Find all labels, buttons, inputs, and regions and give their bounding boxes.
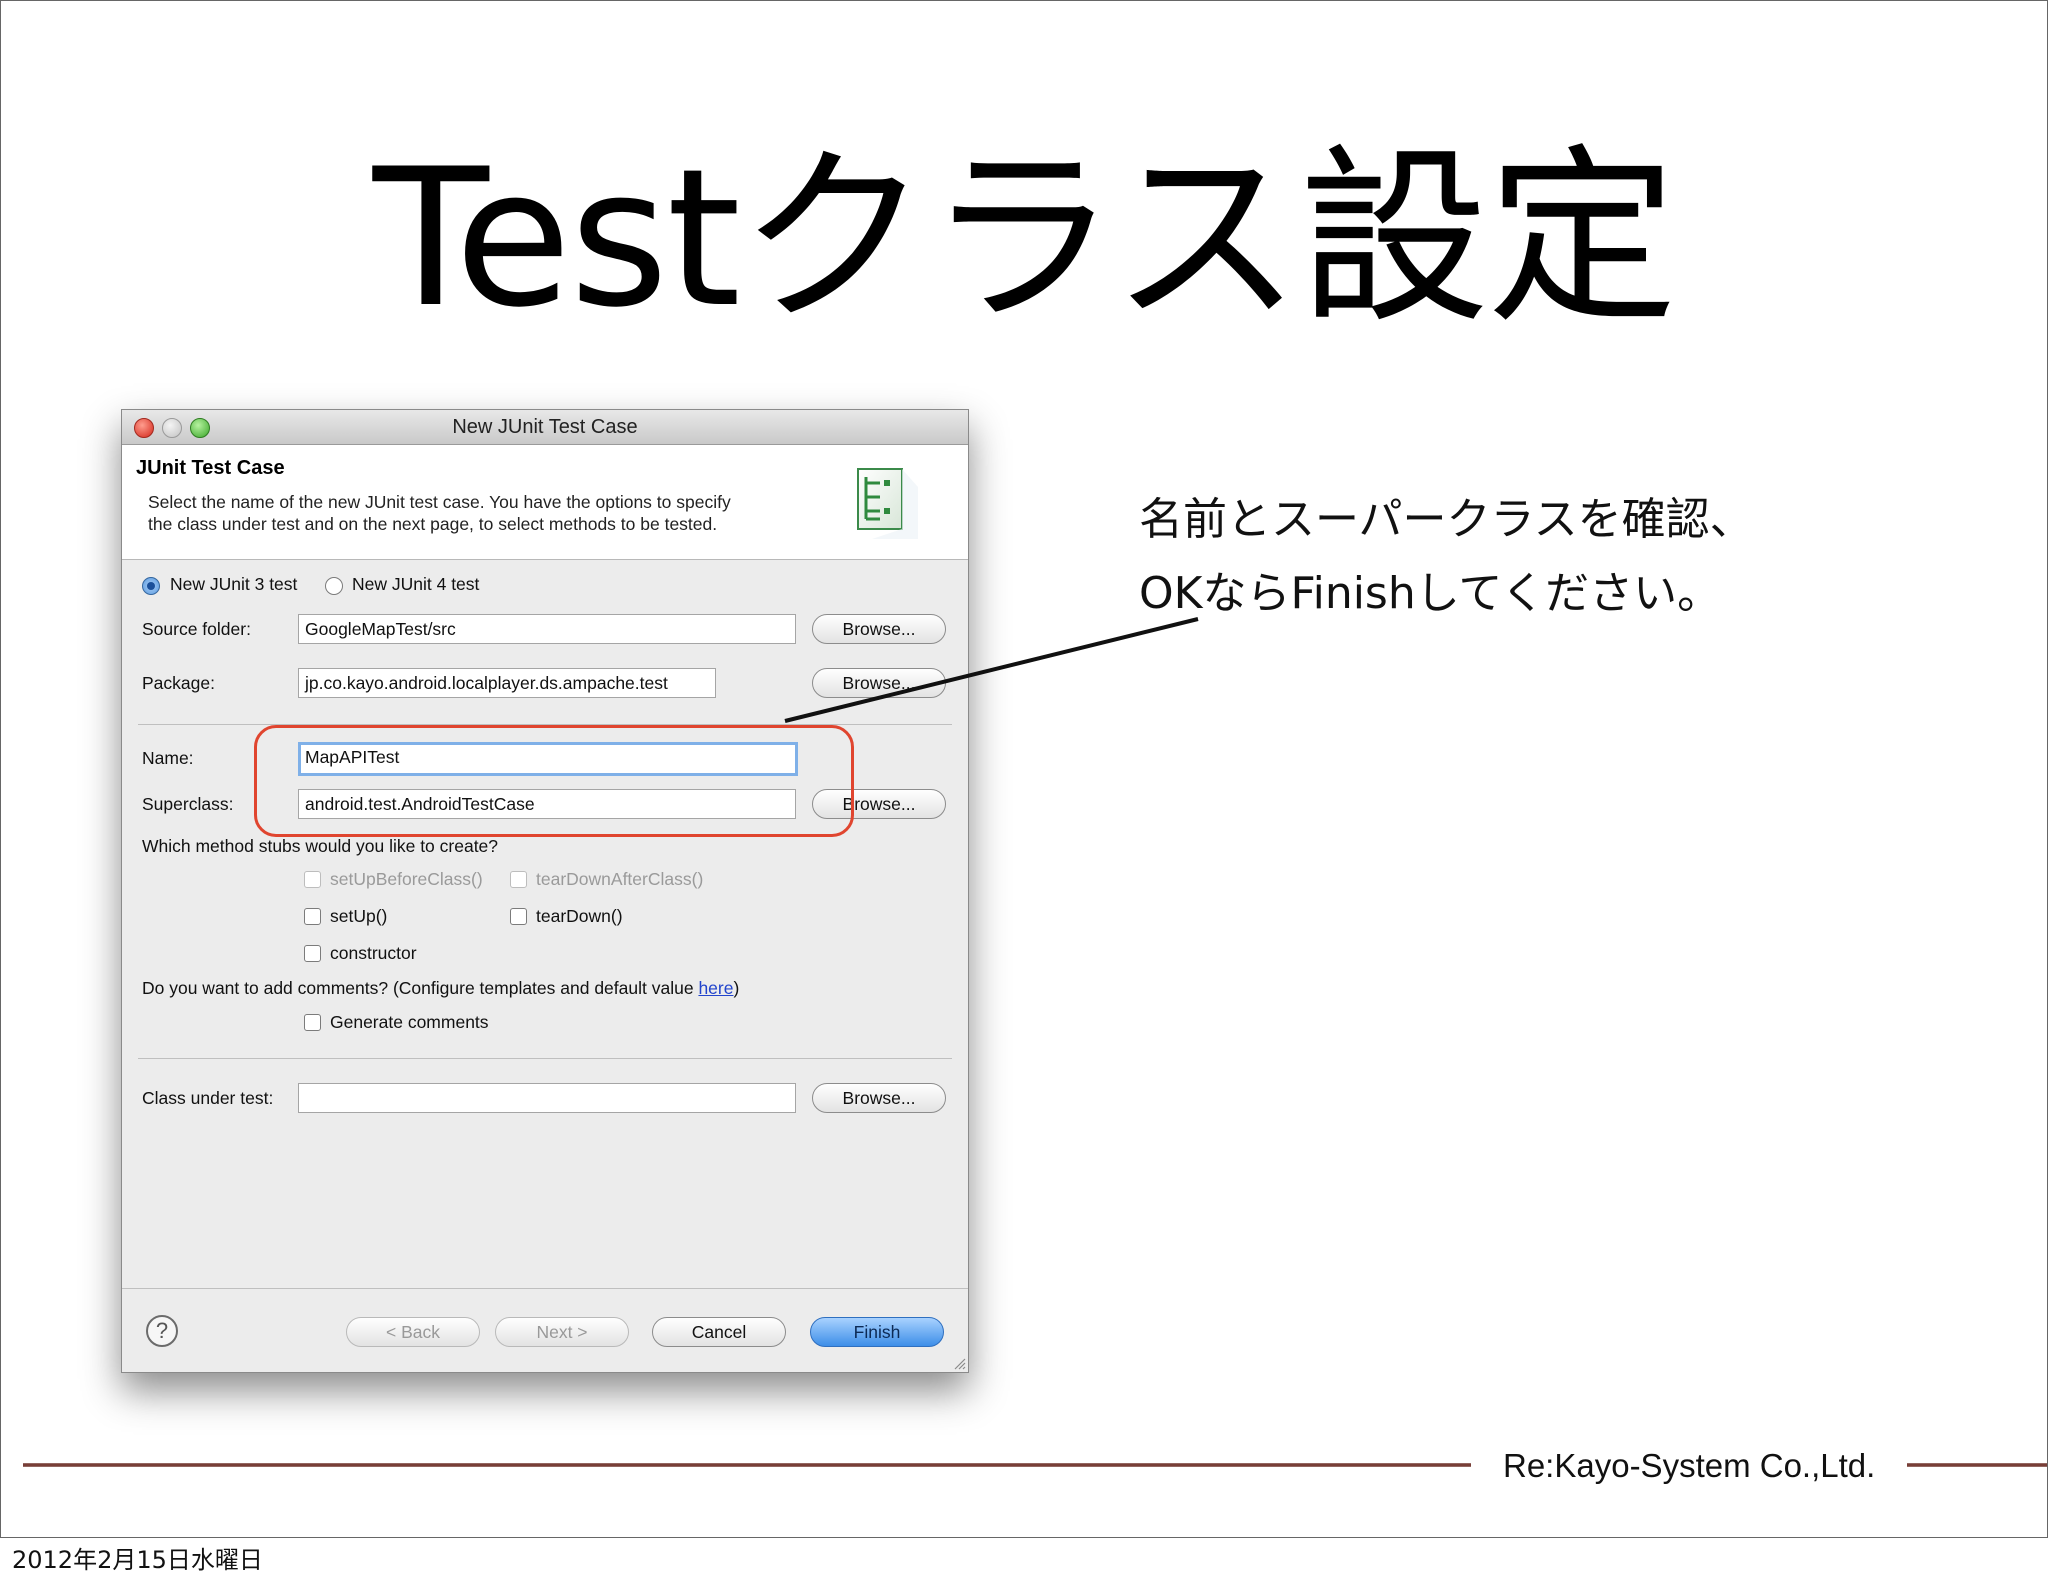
comments-question-text: Do you want to add comments? (Configure … bbox=[142, 978, 699, 998]
configure-templates-link[interactable]: here bbox=[698, 978, 733, 998]
package-label: Package: bbox=[142, 673, 215, 693]
teardown-after-class-checkbox[interactable] bbox=[510, 871, 527, 888]
separator bbox=[138, 1058, 952, 1059]
junit-wizard-icon bbox=[857, 468, 918, 539]
generate-comments-checkbox[interactable] bbox=[304, 1014, 321, 1031]
superclass-label: Superclass: bbox=[142, 794, 234, 814]
setup-before-class-checkbox[interactable] bbox=[304, 871, 321, 888]
setup-before-class-label: setUpBeforeClass() bbox=[330, 869, 483, 889]
constructor-label: constructor bbox=[330, 943, 417, 963]
highlight-callout-box bbox=[254, 725, 854, 837]
class-under-test-field[interactable] bbox=[298, 1083, 796, 1113]
finish-button[interactable]: Finish bbox=[810, 1317, 944, 1347]
footer-rule-left bbox=[23, 1463, 1471, 1467]
dialog-header: JUnit Test Case Select the name of the n… bbox=[122, 445, 968, 560]
new-junit-test-case-dialog: New JUnit Test Case JUnit Test Case Sele… bbox=[121, 409, 969, 1373]
junit3-radio-label: New JUnit 3 test bbox=[170, 574, 298, 594]
teardown-checkbox[interactable] bbox=[510, 908, 527, 925]
class-under-test-label: Class under test: bbox=[142, 1088, 274, 1108]
comments-question-close: ) bbox=[733, 978, 740, 998]
back-button[interactable]: < Back bbox=[346, 1317, 480, 1347]
annotation-line: OKならFinishしてください。 bbox=[1139, 568, 1722, 619]
header-description-line: Select the name of the new JUnit test ca… bbox=[148, 492, 731, 512]
package-browse-button[interactable]: Browse... bbox=[812, 668, 946, 698]
header-title: JUnit Test Case bbox=[136, 457, 285, 479]
slide-title: Testクラス設定 bbox=[372, 128, 1677, 349]
method-stubs-question: Which method stubs would you like to cre… bbox=[142, 836, 499, 856]
package-field[interactable]: jp.co.kayo.android.localplayer.ds.ampach… bbox=[298, 668, 716, 698]
source-folder-field[interactable]: GoogleMapTest/src bbox=[298, 614, 796, 644]
resize-grip-icon[interactable] bbox=[950, 1354, 966, 1370]
window-title: New JUnit Test Case bbox=[452, 416, 638, 438]
generate-comments-label: Generate comments bbox=[330, 1012, 489, 1032]
slide: Testクラス設定 New JUnit Test Case JUnit Test… bbox=[0, 0, 2048, 1538]
teardown-label: tearDown() bbox=[536, 906, 623, 926]
window-titlebar[interactable]: New JUnit Test Case bbox=[122, 410, 968, 445]
header-description-line: the class under test and on the next pag… bbox=[148, 514, 718, 534]
footer-rule-right bbox=[1907, 1463, 2047, 1467]
constructor-checkbox[interactable] bbox=[304, 945, 321, 962]
teardown-after-class-label: tearDownAfterClass() bbox=[536, 869, 704, 889]
junit4-radio-label: New JUnit 4 test bbox=[352, 574, 480, 594]
junit4-radio[interactable] bbox=[325, 577, 343, 595]
name-label: Name: bbox=[142, 748, 194, 768]
source-folder-browse-button[interactable]: Browse... bbox=[812, 614, 946, 644]
setup-checkbox[interactable] bbox=[304, 908, 321, 925]
company-name: Re:Kayo-System Co.,Ltd. bbox=[1503, 1447, 1876, 1484]
header-description: Select the name of the new JUnit test ca… bbox=[148, 491, 848, 535]
cancel-button[interactable]: Cancel bbox=[652, 1317, 786, 1347]
setup-label: setUp() bbox=[330, 906, 388, 926]
class-under-test-browse-button[interactable]: Browse... bbox=[812, 1083, 946, 1113]
next-button[interactable]: Next > bbox=[495, 1317, 629, 1347]
source-folder-label: Source folder: bbox=[142, 619, 251, 639]
date-caption: 2012年2月15日水曜日 bbox=[12, 1546, 263, 1574]
annotation-text: 名前とスーパークラスを確認、 OKならFinishしてください。 bbox=[1139, 483, 1779, 631]
comments-question: Do you want to add comments? (Configure … bbox=[142, 978, 739, 999]
annotation-line: 名前とスーパークラスを確認、 bbox=[1139, 494, 1754, 545]
help-icon[interactable]: ? bbox=[146, 1315, 178, 1347]
junit3-radio[interactable] bbox=[142, 577, 160, 595]
separator bbox=[122, 1288, 968, 1289]
